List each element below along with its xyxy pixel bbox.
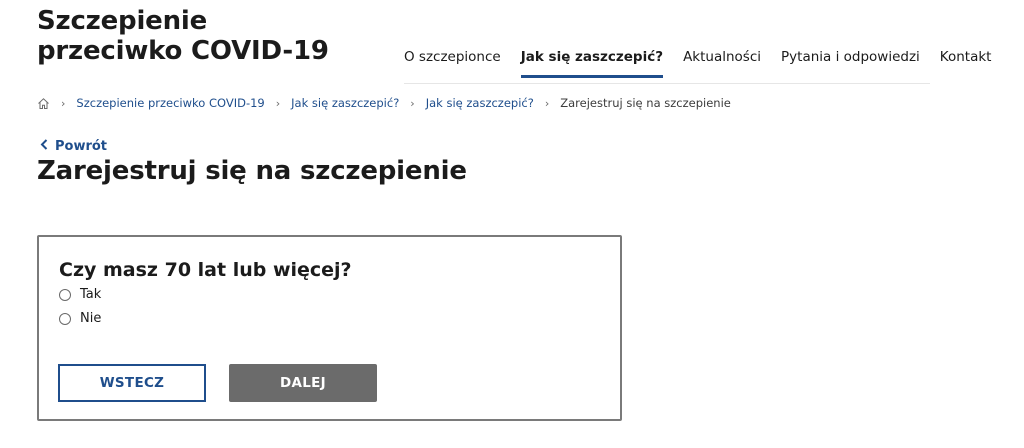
breadcrumb-item[interactable]: Szczepienie przeciwko COVID-19	[76, 96, 264, 110]
breadcrumb-item[interactable]: Jak się zaszczepić?	[426, 96, 534, 110]
back-link[interactable]: Powrót	[40, 138, 107, 154]
chevron-left-icon	[40, 138, 48, 154]
radio-tak[interactable]	[59, 288, 71, 301]
option-label: Tak	[80, 287, 102, 302]
page-title: Zarejestruj się na szczepienie	[37, 156, 467, 186]
chevron-right-icon: ›	[410, 96, 415, 110]
home-icon[interactable]	[37, 97, 50, 110]
option-nie[interactable]: Nie	[59, 311, 101, 326]
nav-item-kontakt[interactable]: Kontakt	[940, 45, 992, 75]
radio-nie[interactable]	[59, 312, 71, 325]
nav-item-o-szczepionce[interactable]: O szczepionce	[404, 45, 501, 75]
nav-item-pytania-i-odpowiedzi[interactable]: Pytania i odpowiedzi	[781, 45, 920, 75]
breadcrumb-item[interactable]: Jak się zaszczepić?	[291, 96, 399, 110]
chevron-right-icon: ›	[61, 96, 66, 110]
chevron-right-icon: ›	[544, 96, 550, 110]
site-title[interactable]: Szczepienie przeciwko COVID-19	[37, 6, 357, 66]
option-label: Nie	[80, 311, 102, 326]
back-button[interactable]: WSTECZ	[58, 364, 206, 402]
next-button[interactable]: DALEJ	[229, 364, 377, 402]
nav-item-aktualnosci[interactable]: Aktualności	[683, 45, 761, 75]
option-tak[interactable]: Tak	[59, 287, 101, 302]
main-nav: O szczepionce Jak się zaszczepić? Aktual…	[404, 45, 991, 84]
chevron-right-icon: ›	[275, 96, 281, 110]
page: Szczepienie przeciwko COVID-19 O szczepi…	[0, 0, 1024, 448]
question-card: Czy masz 70 lat lub więcej? Tak Nie WSTE…	[37, 235, 622, 421]
back-link-label: Powrót	[55, 138, 108, 154]
question-text: Czy masz 70 lat lub więcej?	[59, 259, 352, 281]
breadcrumb: › Szczepienie przeciwko COVID-19 › Jak s…	[37, 96, 731, 110]
nav-item-jak-sie-zaszczepic[interactable]: Jak się zaszczepić?	[520, 45, 664, 78]
breadcrumb-current: Zarejestruj się na szczepienie	[560, 96, 731, 110]
